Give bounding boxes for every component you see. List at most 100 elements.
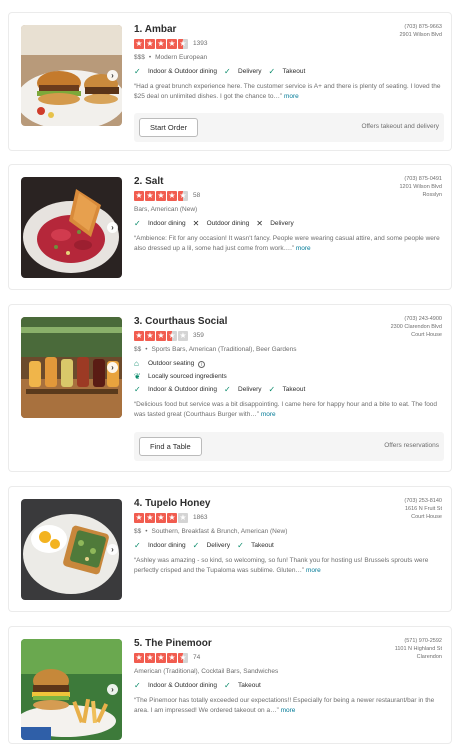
more-link[interactable]: more xyxy=(296,245,311,252)
result-card-courthaus-social[interactable]: › 3. Courthaus Social (703) 243-4900 230… xyxy=(8,304,452,472)
amenities-row: ✓ Indoor & Outdoor dining ✓ Delivery ✓ Take… xyxy=(134,385,442,395)
business-photo[interactable]: › xyxy=(21,317,122,418)
business-name[interactable]: 2. Salt xyxy=(134,175,442,188)
check-icon: ✓ xyxy=(237,541,244,550)
star-icon: ★ xyxy=(134,652,144,663)
amenity-label: Indoor & Outdoor dining xyxy=(148,386,218,393)
neighborhood: Court House xyxy=(411,332,442,338)
chevron-right-icon[interactable]: › xyxy=(107,544,118,555)
business-name[interactable]: 1. Ambar xyxy=(134,23,442,36)
more-link[interactable]: more xyxy=(306,567,321,574)
address-line: 2901 Wilson Blvd xyxy=(399,32,443,38)
star-rating: ★ ★ ★ ★ ★ xyxy=(134,652,188,663)
business-meta: $$$ • Modern European xyxy=(134,54,208,61)
business-contact: (703) 253-8140 1616 N Fruit St Court Hou… xyxy=(404,497,442,521)
star-rating: ★ ★ ★ ★ ★ xyxy=(134,38,188,49)
business-contact: (703) 243-4900 2300 Clarendon Blvd Court… xyxy=(391,315,442,339)
check-icon: ✓ xyxy=(224,681,231,690)
amenities-row: ✓ Indoor dining ✓ Delivery ✓ Takeout xyxy=(134,541,442,551)
chevron-right-icon[interactable]: › xyxy=(107,362,118,373)
feature-label: Outdoor seating xyxy=(148,360,195,367)
neighborhood: Rosslyn xyxy=(422,192,442,198)
result-card-ambar[interactable]: › 1. Ambar (703) 875-9663 2901 Wilson Bl… xyxy=(8,12,452,151)
more-link[interactable]: more xyxy=(261,411,276,418)
star-icon: ★ xyxy=(134,190,144,201)
review-count[interactable]: 359 xyxy=(193,332,204,339)
amenity-label: Indoor dining xyxy=(148,542,186,549)
start-order-button[interactable]: Start Order xyxy=(139,118,199,137)
star-half-icon: ★ xyxy=(178,652,188,663)
star-rating: ★ ★ ★ ★ ★ xyxy=(134,190,188,201)
amenity-label: Delivery xyxy=(238,386,262,393)
action-bar: Find a Table Offers reservations xyxy=(134,432,444,461)
star-icon: ★ xyxy=(145,38,155,49)
review-count[interactable]: 1863 xyxy=(193,514,207,521)
business-photo[interactable]: › xyxy=(21,25,122,126)
star-empty-icon: ★ xyxy=(178,512,188,523)
business-photo[interactable]: › xyxy=(21,499,122,600)
more-link[interactable]: more xyxy=(284,93,299,100)
business-meta: $$ • Southern, Breakfast & Brunch, America… xyxy=(134,528,288,535)
star-icon: ★ xyxy=(134,512,144,523)
business-photo[interactable]: › xyxy=(21,639,122,740)
star-icon: ★ xyxy=(156,330,166,341)
check-icon: ✓ xyxy=(268,385,276,394)
category-links[interactable]: American (Traditional), Cocktail Bars, S… xyxy=(134,668,278,675)
review-snippet: “The Pinemoor has totally exceeded our e… xyxy=(134,696,442,716)
phone-number: (703) 875-0491 xyxy=(404,176,442,182)
info-icon[interactable]: i xyxy=(198,360,206,368)
amenity-label: Takeout xyxy=(282,386,306,393)
phone-number: (703) 243-4900 xyxy=(404,316,442,322)
result-card-salt[interactable]: › 2. Salt (703) 875-0491 1201 Wilson Blv… xyxy=(8,164,452,290)
business-name[interactable]: 4. Tupelo Honey xyxy=(134,497,442,510)
address-line: 1616 N Fruit St xyxy=(405,506,442,512)
business-photo[interactable]: › xyxy=(21,177,122,278)
business-meta: Bars, American (New) xyxy=(134,205,442,214)
action-bar: Start Order Offers takeout and delivery xyxy=(134,113,444,142)
star-icon: ★ xyxy=(134,330,144,341)
phone-number: (571) 970-2592 xyxy=(404,638,442,644)
chevron-right-icon[interactable]: › xyxy=(107,684,118,695)
feature-locally-sourced: ❦ Locally sourced ingredients xyxy=(134,372,442,382)
star-icon: ★ xyxy=(167,512,177,523)
check-icon: ✓ xyxy=(192,541,200,550)
business-contact: (571) 970-2592 1101 N Highland St Claren… xyxy=(395,637,442,661)
amenity-label: Indoor & Outdoor dining xyxy=(148,68,218,75)
find-a-table-button[interactable]: Find a Table xyxy=(139,437,202,456)
check-icon: ✓ xyxy=(134,385,141,394)
result-card-the-pinemoor[interactable]: › 5. The Pinemoor (571) 970-2592 1101 N … xyxy=(8,626,452,744)
category-links[interactable]: Bars, American (New) xyxy=(134,206,197,213)
more-link[interactable]: more xyxy=(281,707,296,714)
check-icon: ✓ xyxy=(134,541,141,550)
star-icon: ★ xyxy=(145,652,155,663)
address-line: 1201 Wilson Blvd xyxy=(399,184,443,190)
review-count[interactable]: 74 xyxy=(193,654,200,661)
business-contact: (703) 875-0491 1201 Wilson Blvd Rosslyn xyxy=(400,175,443,199)
star-rating: ★ ★ ★ ★ ★ xyxy=(134,330,188,341)
chevron-right-icon[interactable]: › xyxy=(107,70,118,81)
result-card-tupelo-honey[interactable]: › 4. Tupelo Honey (703) 253-8140 1616 N … xyxy=(8,486,452,612)
price-range: $$$ xyxy=(134,54,145,61)
amenity-label: Delivery xyxy=(238,68,262,75)
category-links[interactable]: Southern, Breakfast & Brunch, American (… xyxy=(152,528,288,535)
star-icon: ★ xyxy=(167,38,177,49)
address-line: 2300 Clarendon Blvd xyxy=(390,324,442,330)
amenities-row: ✓ Indoor & Outdoor dining ✓ Takeout xyxy=(134,681,442,691)
category-links[interactable]: Sports Bars, American (Traditional), Bee… xyxy=(152,346,297,353)
neighborhood: Clarendon xyxy=(416,654,442,660)
category-links[interactable]: Modern European xyxy=(155,54,207,61)
review-count[interactable]: 58 xyxy=(193,192,200,199)
feature-outdoor-seating: ⌂ Outdoor seating i xyxy=(134,359,442,369)
check-icon: ✓ xyxy=(134,67,141,76)
x-icon: ✕ xyxy=(256,219,263,228)
star-icon: ★ xyxy=(145,512,155,523)
snippet-text: “Ashley was amazing - so kind, so welcom… xyxy=(134,557,429,574)
chevron-right-icon[interactable]: › xyxy=(107,222,118,233)
review-count[interactable]: 1393 xyxy=(193,40,207,47)
star-icon: ★ xyxy=(145,330,155,341)
phone-number: (703) 875-9663 xyxy=(404,24,442,30)
star-icon: ★ xyxy=(167,652,177,663)
review-snippet: “Ashley was amazing - so kind, so welcom… xyxy=(134,556,442,576)
star-empty-icon: ★ xyxy=(178,330,188,341)
business-contact: (703) 875-9663 2901 Wilson Blvd xyxy=(400,23,443,39)
